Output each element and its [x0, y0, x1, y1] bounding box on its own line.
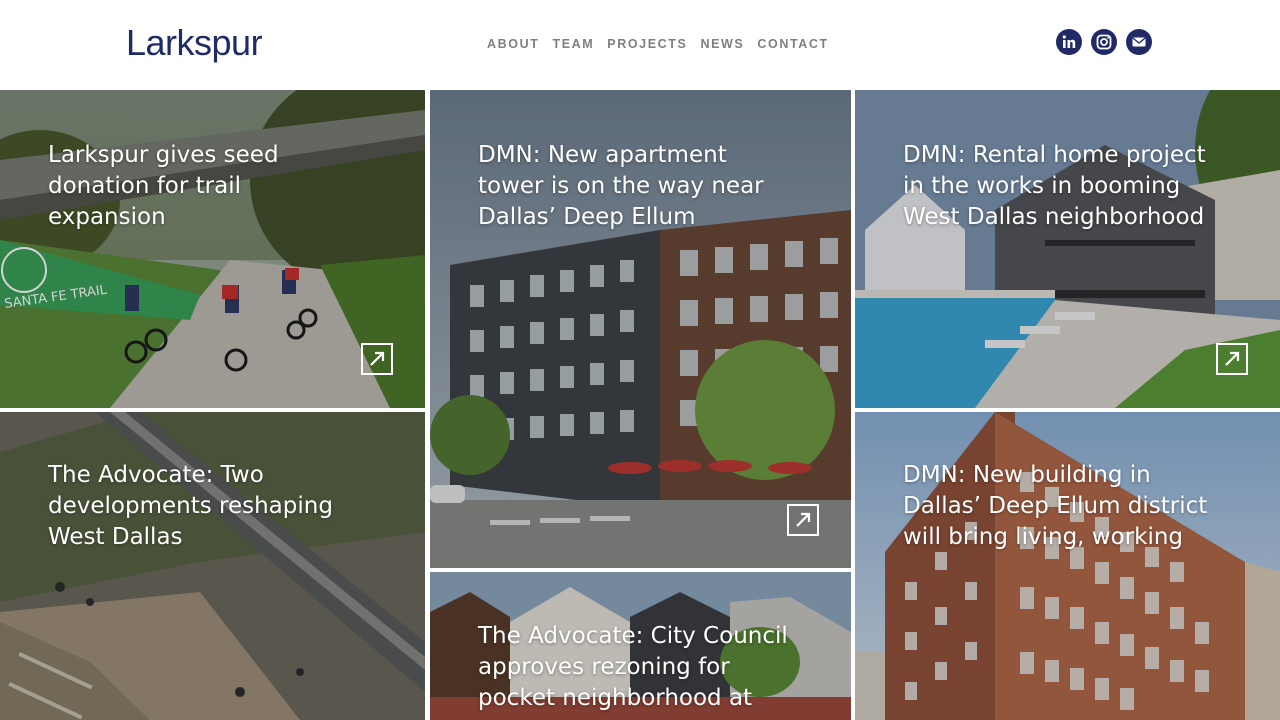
mail-icon[interactable] [1126, 29, 1152, 55]
tile-title[interactable]: Larkspur gives seed donation for trail e… [48, 140, 365, 233]
news-tile-trail[interactable]: SANTA FE TRAIL Larkspur gives seed donat… [0, 90, 425, 408]
tile-title[interactable]: DMN: Rental home project in the works in… [903, 140, 1220, 233]
news-tile-deep-ellum-building[interactable]: DMN: New building in Dallas’ Deep Ellum … [855, 412, 1280, 720]
tile-title[interactable]: The Advocate: Two developments reshaping… [48, 460, 365, 553]
tile-title[interactable]: DMN: New building in Dallas’ Deep Ellum … [903, 460, 1220, 553]
news-tile-pocket-neighborhood[interactable]: The Advocate: City Council approves rezo… [430, 572, 851, 720]
tile-overlay [0, 412, 425, 720]
nav-news[interactable]: NEWS [700, 37, 744, 51]
site-header: Larkspur ABOUT TEAM PROJECTS NEWS CONTAC… [0, 0, 1280, 90]
tile-overlay [855, 412, 1280, 720]
nav-about[interactable]: ABOUT [487, 37, 539, 51]
instagram-icon[interactable] [1091, 29, 1117, 55]
news-tile-apartment-tower[interactable]: DMN: New apartment tower is on the way n… [430, 90, 851, 568]
external-link-icon[interactable] [1216, 343, 1248, 375]
tile-title[interactable]: DMN: New apartment tower is on the way n… [478, 140, 791, 233]
nav-team[interactable]: TEAM [552, 37, 594, 51]
external-link-icon[interactable] [361, 343, 393, 375]
social-links [1056, 29, 1152, 55]
linkedin-icon[interactable] [1056, 29, 1082, 55]
external-link-icon[interactable] [787, 504, 819, 536]
news-tile-west-dallas[interactable]: The Advocate: Two developments reshaping… [0, 412, 425, 720]
main-nav: ABOUT TEAM PROJECTS NEWS CONTACT [487, 37, 829, 51]
nav-contact[interactable]: CONTACT [757, 37, 828, 51]
news-tile-rental-homes[interactable]: DMN: Rental home project in the works in… [855, 90, 1280, 408]
tile-title[interactable]: The Advocate: City Council approves rezo… [478, 621, 791, 714]
nav-projects[interactable]: PROJECTS [607, 37, 687, 51]
site-logo[interactable]: Larkspur [126, 22, 263, 64]
